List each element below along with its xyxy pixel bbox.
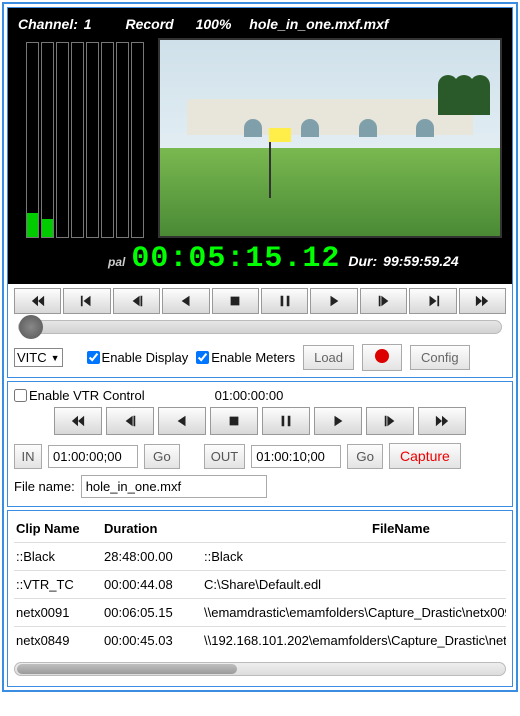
record-icon	[375, 349, 389, 363]
video-panel: Channel: 1 Record 100% hole_in_one.mxf.m…	[7, 7, 513, 378]
scrollbar-thumb[interactable]	[17, 664, 237, 674]
goto-start-button[interactable]	[63, 288, 110, 314]
config-button[interactable]: Config	[410, 345, 470, 370]
clip-header-row: Clip Name Duration FileName	[14, 515, 506, 543]
load-button[interactable]: Load	[303, 345, 354, 370]
out-go-button[interactable]: Go	[347, 444, 383, 469]
vtr-pause-button[interactable]	[262, 407, 310, 435]
in-label: IN	[14, 444, 42, 469]
vtr-stop-button[interactable]	[210, 407, 258, 435]
tc-mode-select[interactable]: VITC ▼	[14, 348, 63, 367]
meter-bar	[131, 42, 144, 238]
play-button[interactable]	[310, 288, 357, 314]
record-filename: hole_in_one.mxf.mxf	[249, 16, 388, 32]
header-duration[interactable]: Duration	[102, 515, 202, 543]
horizontal-scrollbar[interactable]	[14, 662, 506, 676]
clip-list-panel: Clip Name Duration FileName ::Black 28:4…	[7, 510, 513, 687]
video-header: Channel: 1 Record 100% hole_in_one.mxf.m…	[14, 14, 506, 34]
record-status: Record	[125, 16, 173, 32]
meter-bar	[26, 42, 39, 238]
pause-button[interactable]	[261, 288, 308, 314]
clip-table: Clip Name Duration FileName ::Black 28:4…	[14, 515, 506, 654]
channel-label: Channel:	[18, 16, 78, 32]
enable-meters-checkbox[interactable]: Enable Meters	[196, 350, 295, 365]
vtr-play-reverse-button[interactable]	[158, 407, 206, 435]
record-percent: 100%	[196, 16, 232, 32]
out-label: OUT	[204, 444, 245, 469]
table-row[interactable]: netx0091 00:06:05.15 \\emamdrastic\emamf…	[14, 599, 506, 627]
record-button[interactable]	[362, 344, 402, 371]
shuttle-thumb[interactable]	[19, 315, 43, 339]
capture-button[interactable]: Capture	[389, 443, 461, 469]
step-back-button[interactable]	[113, 288, 160, 314]
vtr-fast-reverse-button[interactable]	[54, 407, 102, 435]
vtr-fast-forward-button[interactable]	[418, 407, 466, 435]
duration-value: 99:59:59.24	[383, 253, 459, 269]
out-field[interactable]	[251, 445, 341, 468]
in-field[interactable]	[48, 445, 138, 468]
vtr-step-back-button[interactable]	[106, 407, 154, 435]
goto-end-button[interactable]	[409, 288, 456, 314]
table-row[interactable]: ::VTR_TC 00:00:44.08 C:\Share\Default.ed…	[14, 571, 506, 599]
audio-meters	[18, 38, 148, 238]
meter-bar	[116, 42, 129, 238]
vtr-step-forward-button[interactable]	[366, 407, 414, 435]
meter-bar	[101, 42, 114, 238]
meter-bar	[71, 42, 84, 238]
meter-bar	[56, 42, 69, 238]
step-forward-button[interactable]	[360, 288, 407, 314]
vtr-transport	[14, 407, 506, 439]
meter-bar	[41, 42, 54, 238]
filename-field[interactable]	[81, 475, 267, 498]
timecode-main: 00:05:15.12	[131, 242, 340, 276]
enable-display-checkbox[interactable]: Enable Display	[87, 350, 189, 365]
fast-reverse-button[interactable]	[14, 288, 61, 314]
fast-forward-button[interactable]	[459, 288, 506, 314]
vtr-play-button[interactable]	[314, 407, 362, 435]
chevron-down-icon: ▼	[51, 353, 60, 363]
play-reverse-button[interactable]	[162, 288, 209, 314]
vtr-timecode: 01:00:00:00	[215, 388, 284, 403]
table-row[interactable]: netx0849 00:00:45.03 \\192.168.101.202\e…	[14, 627, 506, 655]
duration-label: Dur:	[348, 253, 377, 269]
header-clipname[interactable]: Clip Name	[14, 515, 102, 543]
tc-mode-value: VITC	[17, 350, 47, 365]
pal-label: pal	[108, 255, 125, 269]
shuttle-slider[interactable]	[18, 320, 502, 334]
stop-button[interactable]	[212, 288, 259, 314]
main-transport	[8, 284, 512, 318]
header-filename[interactable]: FileName	[202, 515, 506, 543]
table-row[interactable]: ::Black 28:48:00.00 ::Black	[14, 543, 506, 571]
enable-vtr-checkbox[interactable]: Enable VTR Control	[14, 388, 145, 403]
filename-label: File name:	[14, 479, 75, 494]
channel-value: 1	[84, 16, 92, 32]
meter-bar	[86, 42, 99, 238]
in-go-button[interactable]: Go	[144, 444, 180, 469]
video-preview[interactable]	[158, 38, 502, 238]
vtr-panel: Enable VTR Control 01:00:00:00 IN Go OUT…	[7, 381, 513, 507]
